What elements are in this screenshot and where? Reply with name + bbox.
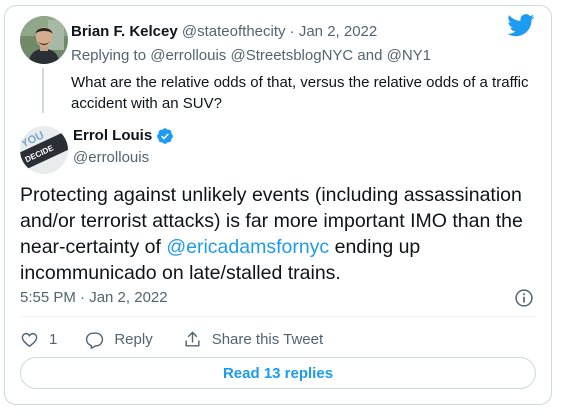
- reply-button[interactable]: Reply: [85, 330, 153, 349]
- main-author-name[interactable]: Errol Louis: [73, 126, 152, 146]
- tweet-actions: 1 Reply Share this Tweet: [20, 327, 323, 351]
- parent-tweet-date[interactable]: Jan 2, 2022: [299, 23, 377, 40]
- read-replies-label: Read 13 replies: [222, 364, 334, 382]
- reply-icon: [86, 331, 104, 349]
- thread-line: [42, 68, 44, 113]
- main-author-handle[interactable]: @errollouis: [73, 148, 149, 168]
- parent-tweet-header: Brian F. Kelcey @stateofthecity · Jan 2,…: [71, 22, 377, 42]
- reply-label: Reply: [114, 330, 153, 348]
- parent-author-handle[interactable]: @stateofthecity: [182, 23, 286, 40]
- share-button[interactable]: Share this Tweet: [183, 330, 323, 349]
- main-author-name-row: Errol Louis: [73, 126, 174, 146]
- like-count: 1: [49, 330, 58, 348]
- like-button[interactable]: 1: [20, 330, 57, 349]
- separator-dot: ·: [289, 23, 295, 40]
- avatar-errol-louis[interactable]: YOU DECIDE: [20, 126, 68, 174]
- heart-icon: [21, 332, 38, 347]
- mention-link[interactable]: @ericadamsfornyc: [166, 236, 329, 258]
- twitter-bird-icon[interactable]: [507, 14, 535, 37]
- parent-author-name[interactable]: Brian F. Kelcey: [71, 23, 178, 40]
- avatar-brian-kelcey[interactable]: [20, 16, 68, 64]
- main-tweet-text: Protecting against unlikely events (incl…: [20, 182, 545, 286]
- share-label: Share this Tweet: [211, 330, 324, 348]
- parent-tweet-text: What are the relative odds of that, vers…: [71, 74, 529, 112]
- tweet-timestamp[interactable]: 5:55 PM · Jan 2, 2022: [20, 288, 168, 308]
- divider: [20, 316, 536, 317]
- read-replies-button[interactable]: Read 13 replies: [20, 357, 536, 389]
- info-icon[interactable]: [514, 288, 534, 308]
- share-icon: [185, 331, 200, 347]
- replying-to-line[interactable]: Replying to @errollouis @StreetsblogNYC …: [71, 46, 431, 66]
- verified-badge-icon: [157, 128, 174, 144]
